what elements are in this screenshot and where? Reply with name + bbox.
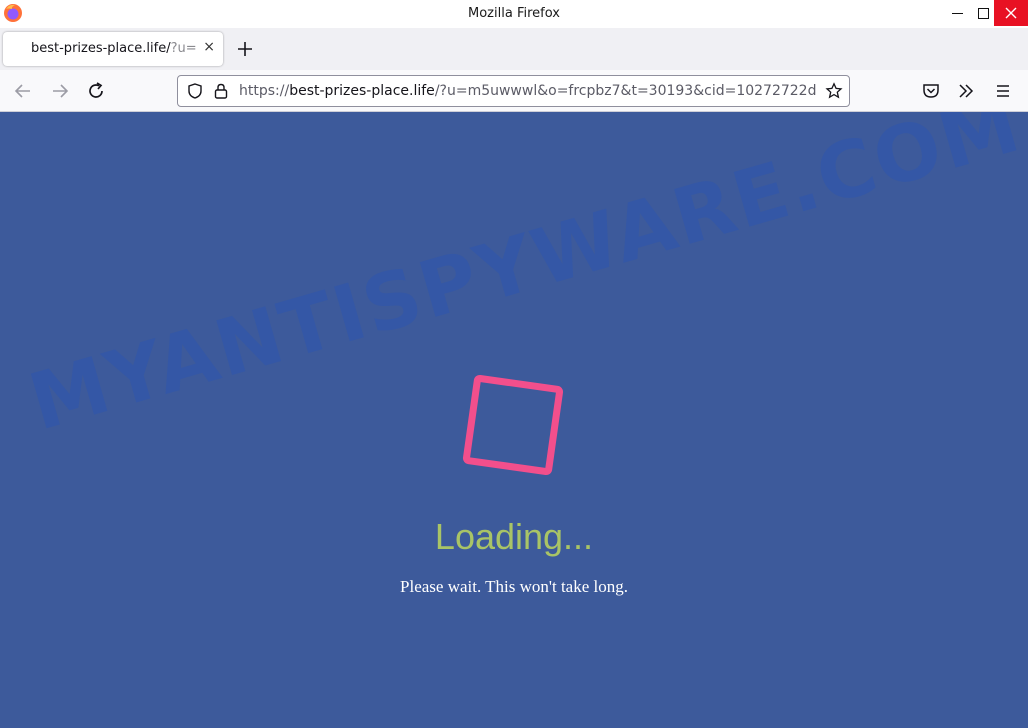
close-icon xyxy=(1005,7,1017,19)
url-scheme: https:// xyxy=(239,83,290,99)
tab-title: best-prizes-place.life/?u= xyxy=(31,41,201,56)
star-icon[interactable] xyxy=(825,82,843,100)
url-bar[interactable]: https://best-prizes-place.life/?u=m5uwww… xyxy=(177,75,850,107)
forward-icon[interactable] xyxy=(49,80,71,102)
new-tab-icon[interactable] xyxy=(233,37,257,61)
tab-close-icon[interactable]: × xyxy=(203,39,215,55)
lock-icon[interactable] xyxy=(213,82,229,100)
tab-title-main: best-prizes-place.life/ xyxy=(31,41,171,56)
tab-active[interactable]: best-prizes-place.life/?u= × xyxy=(3,32,223,66)
url-path: /?u=m5uwwwl&o=frcpbz7&t=30193&cid=102727… xyxy=(434,83,817,99)
tab-strip: best-prizes-place.life/?u= × xyxy=(0,28,1028,70)
page-content: MYANTISPYWARE.COM Loading... Please wait… xyxy=(0,112,1028,728)
loading-subtext: Please wait. This won't take long. xyxy=(400,577,628,596)
title-bar: Mozilla Firefox xyxy=(0,0,1028,28)
url-text[interactable]: https://best-prizes-place.life/?u=m5uwww… xyxy=(239,83,819,99)
hamburger-menu-icon[interactable] xyxy=(992,80,1014,102)
shield-icon[interactable] xyxy=(186,82,204,100)
window-title: Mozilla Firefox xyxy=(468,6,560,21)
url-host: best-prizes-place.life xyxy=(289,83,435,99)
back-icon[interactable] xyxy=(12,80,34,102)
minimize-icon xyxy=(951,12,963,14)
loading-heading: Loading... xyxy=(434,516,594,557)
pocket-icon[interactable] xyxy=(920,80,942,102)
tab-title-fade: ?u= xyxy=(170,41,197,56)
chevrons-right-icon[interactable] xyxy=(955,80,977,102)
maximize-icon xyxy=(977,7,989,19)
reload-icon[interactable] xyxy=(85,80,107,102)
navigation-bar: https://best-prizes-place.life/?u=m5uwww… xyxy=(0,70,1028,112)
close-window-button[interactable] xyxy=(994,0,1028,26)
loading-spinner xyxy=(462,374,564,476)
